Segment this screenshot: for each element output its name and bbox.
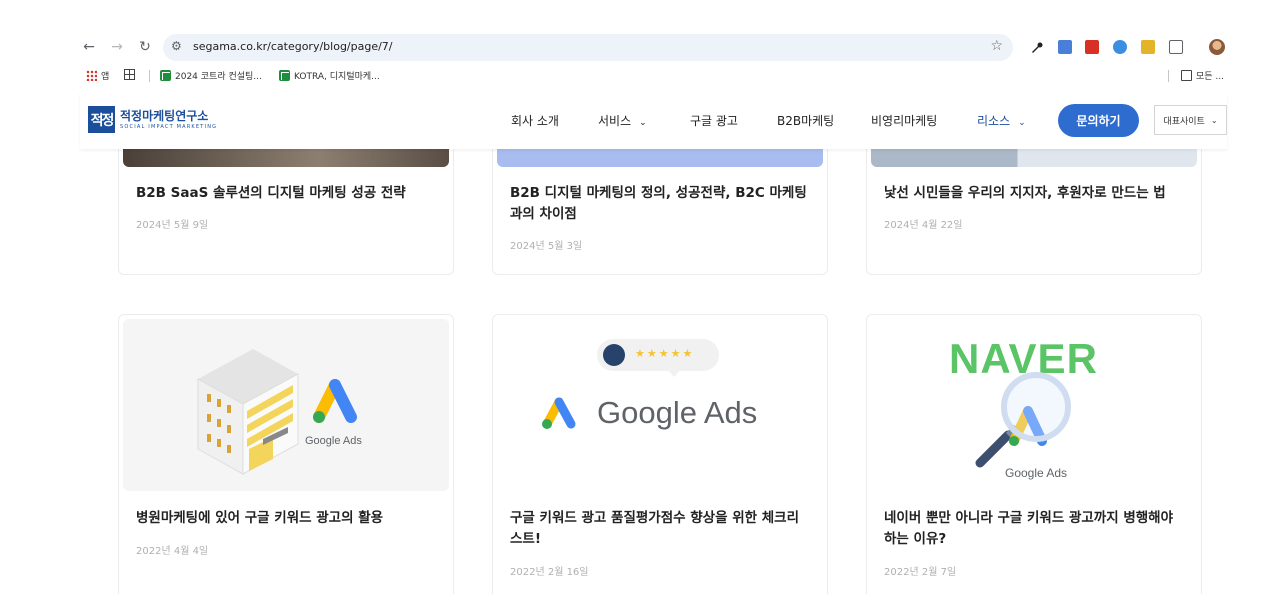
post-thumbnail[interactable]: ★★★★★ Google Ads xyxy=(497,319,823,491)
grid-icon xyxy=(124,69,135,80)
google-ads-label: Google Ads xyxy=(1005,466,1068,480)
url-text[interactable]: segama.co.kr/category/blog/page/7/ xyxy=(193,40,393,53)
profile-avatar[interactable] xyxy=(1209,39,1225,55)
sheets-icon xyxy=(160,70,171,81)
bookmark-divider xyxy=(1168,70,1169,82)
logo-tagline: SOCIAL IMPACT MARKETING xyxy=(120,124,218,130)
bookmark-apps[interactable]: 앱 xyxy=(86,69,109,82)
chevron-down-icon: ⌄ xyxy=(1210,115,1218,125)
folder-icon xyxy=(1181,70,1192,81)
site-select-dropdown[interactable]: 대표사이트 ⌄ xyxy=(1154,105,1227,135)
post-date: 2024년 4월 22일 xyxy=(884,220,963,231)
chevron-down-icon: ⌄ xyxy=(639,118,647,128)
site-header: 적정 적정마케팅연구소 SOCIAL IMPACT MARKETING 회사 소… xyxy=(80,92,1227,149)
post-date: 2022년 2월 7일 xyxy=(884,567,957,578)
google-ads-label: Google Ads xyxy=(305,435,362,447)
post-title[interactable]: 구글 키워드 광고 품질평가점수 향상을 위한 체크리 스트! xyxy=(510,508,799,550)
post-title[interactable]: 병원마케팅에 있어 구글 키워드 광고의 활용 xyxy=(136,508,383,529)
bookmark-kotra-digital[interactable]: KOTRA, 디지털마케... xyxy=(279,69,380,82)
site-info-icon[interactable]: ⚙ xyxy=(171,39,182,53)
chevron-down-icon: ⌄ xyxy=(1018,118,1026,128)
post-card[interactable]: NAVER Google Ads 네이버 뿐만 아니라 구글 키워드 광고까지 … xyxy=(866,314,1202,594)
post-card[interactable]: ★★★★★ Google Ads 구글 키워드 광고 품질평가점수 향상을 위한… xyxy=(492,314,828,594)
eyedropper-extension-icon[interactable] xyxy=(1030,40,1044,54)
nav-resources[interactable]: 리소스 ⌄ xyxy=(977,112,1026,129)
bookmarks-bar: 앱 2024 코트라 컨설팅... KOTRA, 디지털마케... 모든 ... xyxy=(0,64,1280,86)
logo-mark[interactable]: 적정 xyxy=(88,106,115,133)
bookmark-all-folder[interactable]: 모든 ... xyxy=(1181,69,1224,82)
nav-services[interactable]: 서비스 ⌄ xyxy=(598,112,647,129)
bookmark-divider xyxy=(149,70,150,82)
tag-extension-icon[interactable] xyxy=(1141,40,1155,54)
forward-icon[interactable]: → xyxy=(106,36,128,58)
bookmark-kotra-consulting[interactable]: 2024 코트라 컨설팅... xyxy=(160,69,262,82)
google-ads-logo-icon xyxy=(542,397,576,429)
google-ads-label: Google Ads xyxy=(597,395,758,430)
screen-extension-icon[interactable] xyxy=(1058,40,1072,54)
post-title[interactable]: B2B 디지털 마케팅의 정의, 성공전략, B2C 마케팅 과의 차이점 xyxy=(510,183,807,225)
logo-name[interactable]: 적정마케팅연구소 xyxy=(120,107,208,124)
post-title[interactable]: 낯선 시민들을 우리의 지지자, 후원자로 만드는 법 xyxy=(884,183,1166,204)
rating-stars: ★★★★★ xyxy=(635,347,695,360)
review-bubble: ★★★★★ xyxy=(597,339,719,377)
pdf-extension-icon[interactable] xyxy=(1085,40,1099,54)
nav-google-ads[interactable]: 구글 광고 xyxy=(690,112,738,129)
address-bar[interactable]: ⚙ segama.co.kr/category/blog/page/7/ ☆ xyxy=(163,34,1013,61)
magnifier-illustration xyxy=(975,372,1071,468)
post-date: 2022년 2월 16일 xyxy=(510,567,589,578)
bookmark-star-icon[interactable]: ☆ xyxy=(990,38,1003,54)
google-ads-logo-icon xyxy=(313,379,357,423)
contact-button[interactable]: 문의하기 xyxy=(1058,104,1139,137)
post-title[interactable]: B2B SaaS 솔루션의 디지털 마케팅 성공 전략 xyxy=(136,183,406,204)
post-thumbnail[interactable]: NAVER Google Ads xyxy=(871,319,1197,491)
hospital-illustration xyxy=(197,349,299,475)
post-date: 2024년 5월 3일 xyxy=(510,241,583,252)
extensions-puzzle-icon[interactable] xyxy=(1169,40,1183,54)
sheets-icon xyxy=(279,70,290,81)
back-icon[interactable]: ← xyxy=(78,36,100,58)
nav-b2b-marketing[interactable]: B2B마케팅 xyxy=(777,112,834,129)
browser-toolbar: ← → ↻ ⚙ segama.co.kr/category/blog/page/… xyxy=(0,30,1280,64)
apps-grid-icon xyxy=(86,70,97,81)
nav-nonprofit-marketing[interactable]: 비영리마케팅 xyxy=(871,112,937,129)
post-date: 2024년 5월 9일 xyxy=(136,220,209,231)
bookmark-grid[interactable] xyxy=(124,69,139,80)
post-card[interactable]: Google Ads 병원마케팅에 있어 구글 키워드 광고의 활용 2022년… xyxy=(118,314,454,594)
translate-extension-icon[interactable] xyxy=(1113,40,1127,54)
post-thumbnail[interactable]: Google Ads xyxy=(123,319,449,491)
reload-icon[interactable]: ↻ xyxy=(134,36,156,58)
post-title[interactable]: 네이버 뿐만 아니라 구글 키워드 광고까지 병행해야 하는 이유? xyxy=(884,508,1173,550)
nav-about[interactable]: 회사 소개 xyxy=(511,112,559,129)
post-date: 2022년 4월 4일 xyxy=(136,546,209,557)
user-avatar-icon xyxy=(603,344,625,366)
